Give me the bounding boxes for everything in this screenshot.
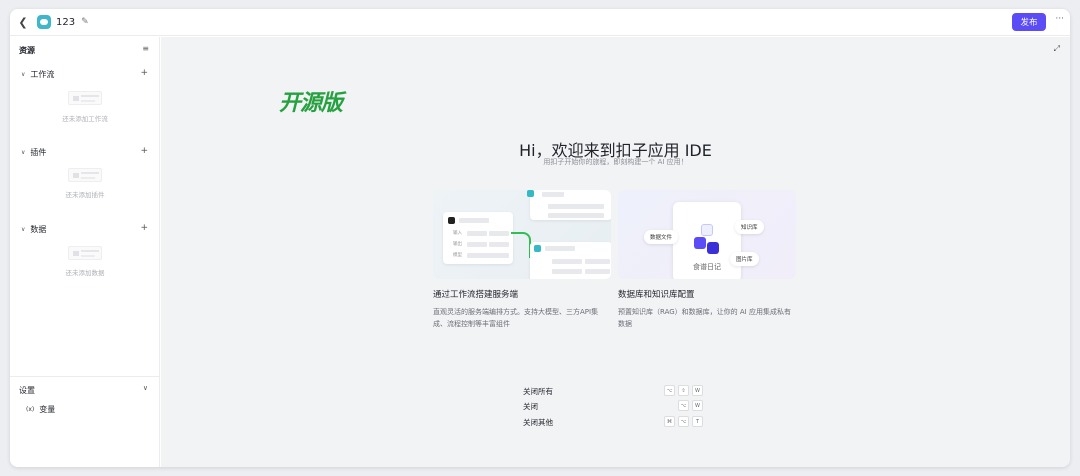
shortcut-key: ⇧ (678, 385, 689, 396)
mock-label: 输出 (453, 242, 462, 247)
section-plugin-toggle[interactable]: ∨ 插件 (21, 147, 46, 158)
workflow-card-desc: 直观灵活的服务端编排方式。支持大模型、三方API集成、流程控制等丰富组件 (433, 308, 599, 328)
settings-title: 设置 (19, 386, 35, 395)
welcome-subheading: 用扣子开始你的旅程，即刻构建一个 AI 应用！ (543, 158, 688, 166)
workflow-card-illustration: 输入 输出 模型 (433, 190, 611, 279)
collapse-sidebar-icon[interactable]: ≡ (142, 44, 149, 53)
settings-section: 设置 ∨ (x) 变量 (10, 376, 160, 414)
database-card-desc: 预置知识库（RAG）和数据库，让你的 AI 应用集成私有数据 (618, 308, 791, 328)
variable-item[interactable]: (x) 变量 (26, 404, 55, 415)
empty-workflow-text: 还未添加工作流 (62, 115, 108, 123)
empty-placeholder-image (68, 246, 102, 260)
empty-plugin-text: 还未添加插件 (65, 191, 105, 199)
empty-placeholder-image (68, 91, 102, 105)
add-data-icon[interactable]: + (140, 223, 148, 233)
empty-placeholder-image (68, 168, 102, 182)
workflow-card[interactable]: 输入 输出 模型 通过工作流搭建服务端 直观灵活的服务端编排方式。支持大模型、三… (433, 190, 611, 330)
mock-node (527, 190, 611, 220)
chevron-down-icon: ∨ (21, 226, 26, 233)
app-title: 123 (56, 16, 76, 28)
shortcut-key: W (692, 400, 703, 411)
section-workflow-toggle[interactable]: ∨ 工作流 (21, 69, 54, 80)
publish-button[interactable]: 发布 (1012, 13, 1046, 31)
resource-sidebar: 资源 ≡ ∨ 工作流 + 还未添加工作流 ∨ 插件 + 还未添加插件 ∨ 数据 + 还… (10, 37, 160, 467)
shortcut-key: ⌥ (664, 385, 675, 396)
section-workflow-label: 工作流 (30, 70, 55, 79)
add-workflow-icon[interactable]: + (140, 68, 148, 78)
mock-pill: 数据文件 (644, 230, 679, 244)
mock-pill: 知识库 (735, 220, 764, 234)
open-source-logo: 开源版 (279, 91, 343, 116)
shortcut-row: 关闭其他 ⌘ ⌥ T (523, 416, 703, 429)
shortcut-row: 关闭所有 ⌥ ⇧ W (523, 385, 703, 398)
mock-node: 输入 输出 模型 (443, 212, 513, 264)
chevron-down-icon: ∨ (21, 149, 26, 156)
database-card-illustration: 食谱日记 数据文件 知识库 图片库 (618, 190, 796, 279)
app-window: ❮ 123 ✎ 发布 ··· 资源 ≡ ∨ 工作流 + 还未添加工作流 ∨ 插件 +… (10, 9, 1070, 467)
empty-data-text: 还未添加数据 (65, 269, 105, 277)
shortcut-label: 关闭 (523, 402, 538, 411)
section-data-label: 数据 (30, 225, 47, 234)
main-canvas: ⤢ 开源版 Hi，欢迎来到扣子应用 IDE 用扣子开始你的旅程，即刻构建一个 A… (161, 37, 1070, 467)
mock-label: 模型 (453, 253, 462, 258)
shortcut-row: 关闭 ⌥ W (523, 400, 703, 413)
sidebar-title: 资源 (19, 46, 35, 55)
chevron-down-icon: ∨ (21, 71, 26, 78)
top-bar: ❮ 123 ✎ 发布 ··· (10, 9, 1070, 36)
more-icon[interactable]: ··· (1055, 14, 1064, 24)
variable-label: 变量 (39, 405, 56, 414)
shortcut-key: ⌥ (678, 400, 689, 411)
section-plugin-label: 插件 (30, 148, 47, 157)
edit-icon[interactable]: ✎ (81, 17, 89, 27)
shortcut-label: 关闭所有 (523, 387, 553, 396)
chevron-down-icon[interactable]: ∨ (143, 384, 148, 392)
mock-phone: 食谱日记 (673, 202, 741, 279)
connector-line (511, 232, 531, 258)
section-data-toggle[interactable]: ∨ 数据 (21, 224, 46, 235)
expand-icon[interactable]: ⤢ (1054, 44, 1060, 54)
add-plugin-icon[interactable]: + (140, 146, 148, 156)
shortcut-key: ⌥ (678, 416, 689, 427)
mock-node (530, 242, 611, 279)
database-card-title: 数据库和知识库配置 (618, 290, 695, 300)
shortcut-label: 关闭其他 (523, 418, 553, 427)
shortcut-key: ⌘ (664, 416, 675, 427)
chevron-left-icon[interactable]: ❮ (16, 16, 30, 29)
database-card[interactable]: 食谱日记 数据文件 知识库 图片库 数据库和知识库配置 预置知识库（RAG）和数… (618, 190, 796, 330)
variable-icon: (x) (26, 406, 35, 413)
shortcut-key: W (692, 385, 703, 396)
mock-pill: 图片库 (730, 252, 759, 266)
shortcut-key: T (692, 416, 703, 427)
mock-label: 输入 (453, 231, 462, 236)
workflow-card-title: 通过工作流搭建服务端 (433, 290, 519, 300)
app-icon (37, 15, 51, 29)
